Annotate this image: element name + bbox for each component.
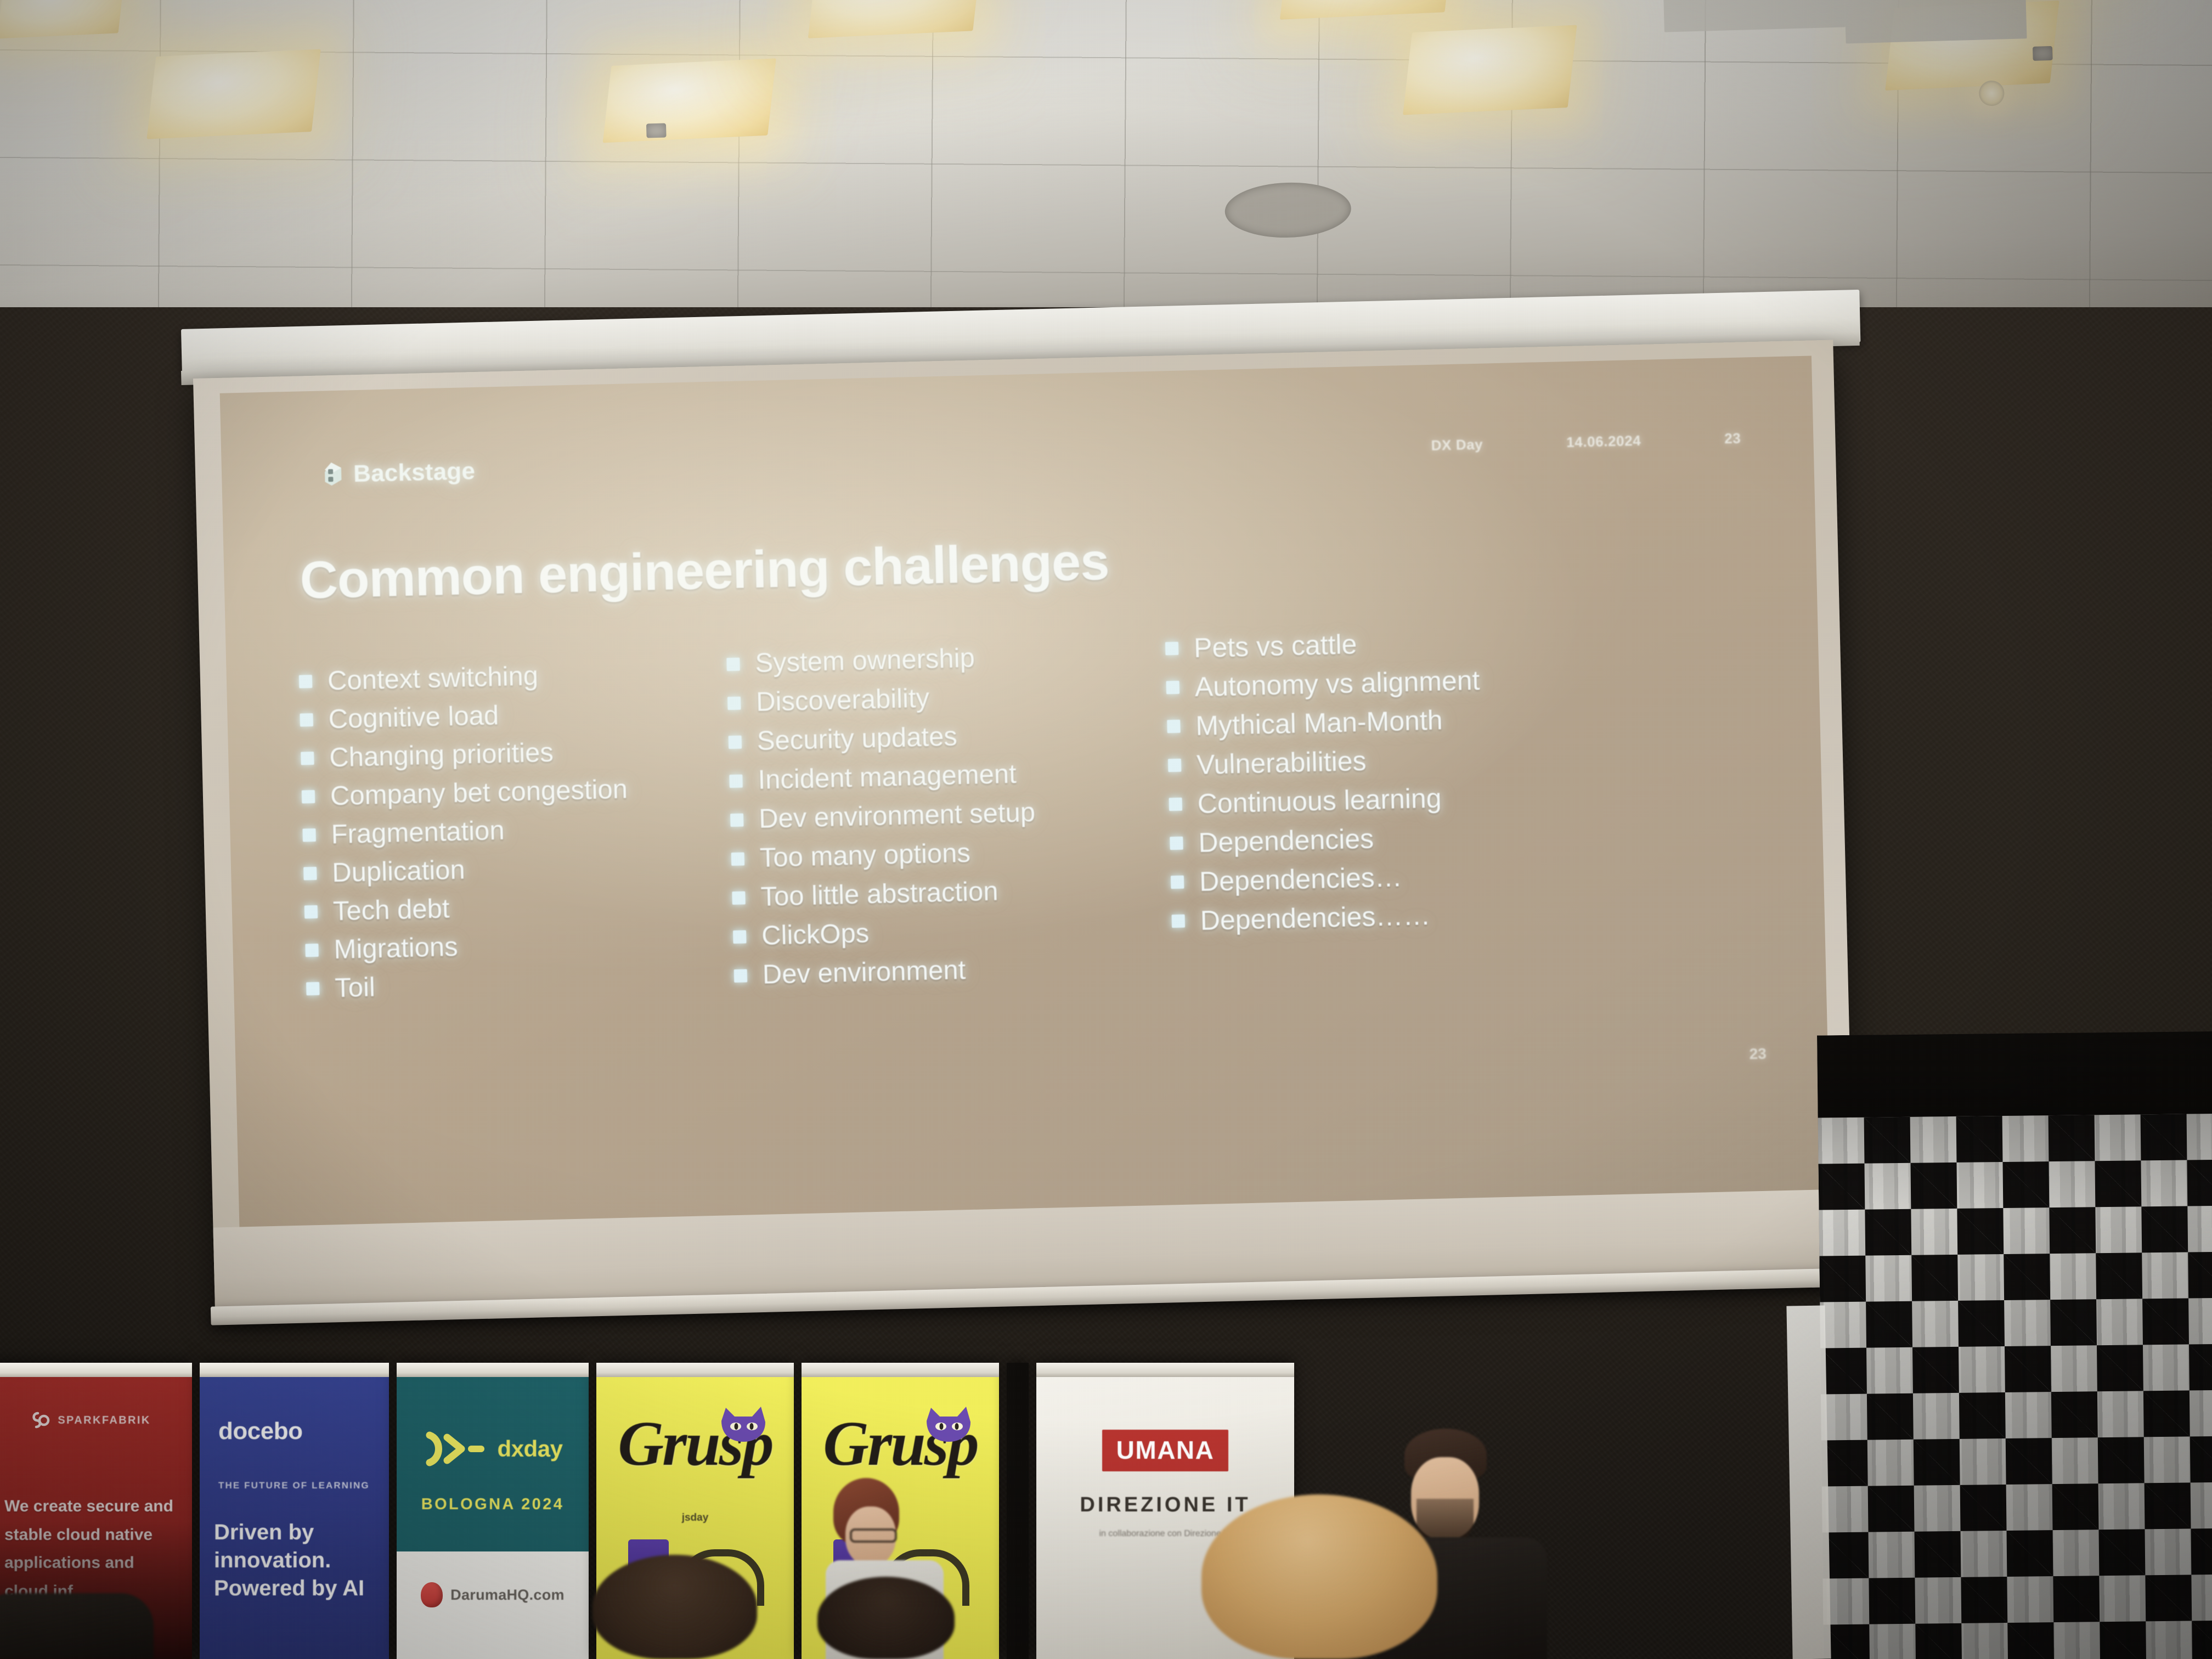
challenge-columns: Context switching Cognitive load Changin…: [298, 614, 1788, 1008]
grusp-sublabel: jsday: [681, 1512, 709, 1523]
copy-line: innovation.: [214, 1548, 331, 1573]
bullet-square-icon: [301, 789, 315, 804]
daruma-icon: [421, 1582, 443, 1607]
docebo-copy: Driven by innovation. Powered by AI: [214, 1519, 379, 1603]
bullet-square-icon: [733, 969, 748, 983]
banner-dxday: dxday BOLOGNA 2024 DarumaHQ.com: [397, 1363, 589, 1659]
sparkfabrik-wordmark: SPARKFABRIK: [58, 1414, 151, 1426]
dxday-logo: dxday: [397, 1431, 589, 1467]
banner-rail: [200, 1363, 389, 1377]
copy-line: Driven by: [214, 1520, 314, 1544]
person-glasses: [850, 1528, 897, 1543]
bullet-square-icon: [727, 696, 741, 710]
bullet-square-icon: [1169, 797, 1183, 811]
curtain-shading: [1817, 1031, 2212, 1659]
bullet-square-icon: [1167, 758, 1182, 772]
umana-rest: MANA: [1135, 1436, 1215, 1464]
challenge-column-2: System ownership Discoverability Securit…: [726, 629, 1173, 998]
audience-shoulder: [0, 1593, 154, 1659]
dxday-partner-panel: DarumaHQ.com: [397, 1551, 589, 1659]
copy-line: Powered by AI: [214, 1576, 365, 1601]
docebo-tagline: THE FUTURE OF LEARNING: [218, 1480, 370, 1491]
banner-content: dxday BOLOGNA 2024 DarumaHQ.com: [397, 1375, 589, 1659]
projection-screen: Backstage DX Day 14.06.2024 23 Common en…: [193, 340, 1860, 1325]
bullet-square-icon: [305, 943, 319, 957]
banner-docebo: docebo THE FUTURE OF LEARNING Driven by …: [200, 1363, 389, 1659]
purple-cat-icon: [927, 1407, 970, 1442]
bullet-square-icon: [731, 852, 745, 866]
banner-rail: [802, 1363, 999, 1377]
bullet-square-icon: [301, 752, 314, 765]
challenge-column-1: Context switching Cognitive load Changin…: [298, 639, 735, 1008]
backstage-cube-icon: [324, 462, 342, 486]
challenge-column-3: Pets vs cattle Autonomy vs alignment Myt…: [1165, 619, 1590, 988]
bullet-square-icon: [1170, 875, 1184, 889]
banner-rail: [0, 1363, 192, 1377]
bullet-square-icon: [298, 675, 313, 689]
audience-head: [592, 1555, 757, 1659]
bullet-square-icon: [303, 866, 317, 881]
meta-event: DX Day: [1431, 436, 1483, 454]
sparkfabrik-header: SPARKFABRIK: [0, 1410, 192, 1431]
daruma-partner: DarumaHQ.com: [397, 1582, 589, 1607]
backstage-logo-text: Backstage: [353, 457, 476, 488]
dxday-chevron-icon: [426, 1431, 484, 1466]
meta-date: 14.06.2024: [1566, 432, 1641, 451]
bullet-square-icon: [1171, 914, 1186, 928]
bullet-square-icon: [1170, 836, 1183, 850]
bullet-square-icon: [304, 905, 318, 919]
conference-room-photo: Backstage DX Day 14.06.2024 23 Common en…: [0, 0, 2212, 1659]
projected-slide: Backstage DX Day 14.06.2024 23 Common en…: [219, 356, 1831, 1228]
copy-line: We create secure and: [4, 1497, 173, 1515]
slide-title: Common engineering challenges: [299, 532, 1110, 610]
harlequin-curtain: [1817, 1031, 2212, 1659]
banner-rail: [397, 1363, 589, 1377]
bullet-square-icon: [732, 891, 746, 905]
dxday-city-year: BOLOGNA 2024: [421, 1496, 565, 1513]
audience-head: [817, 1577, 955, 1659]
umana-initial: U: [1116, 1436, 1136, 1464]
dxday-wordmark: dxday: [497, 1436, 563, 1462]
bullet-square-icon: [1166, 680, 1180, 694]
bullet-square-icon: [302, 828, 316, 842]
bullet-square-icon: [1165, 641, 1179, 655]
banner-content: docebo THE FUTURE OF LEARNING Driven by …: [200, 1375, 389, 1659]
banner-gap: [1007, 1363, 1029, 1659]
umana-logo-box: UMANA: [1036, 1430, 1294, 1471]
bullet-square-icon: [729, 774, 743, 788]
bullet-square-icon: [730, 813, 744, 827]
slide-meta: DX Day 14.06.2024 23: [1431, 430, 1741, 454]
bullet-square-icon: [732, 930, 747, 944]
umana-wordmark: UMANA: [1102, 1430, 1229, 1471]
slide-page-number: 23: [1749, 1045, 1767, 1063]
dxday-teal-panel: dxday BOLOGNA 2024: [397, 1387, 589, 1551]
bullet-square-icon: [306, 981, 320, 996]
purple-cat-icon: [721, 1407, 765, 1442]
audience-head: [1201, 1494, 1437, 1659]
bullet-square-icon: [300, 713, 313, 727]
bullet-square-icon: [728, 735, 742, 749]
banner-rail: [596, 1363, 794, 1377]
bullet-square-icon: [1167, 719, 1181, 733]
backstage-logo: Backstage: [320, 458, 476, 489]
bullet-square-icon: [726, 657, 740, 671]
daruma-label: DarumaHQ.com: [450, 1586, 565, 1603]
banner-rail: [1036, 1363, 1294, 1377]
meta-index: 23: [1724, 430, 1741, 447]
docebo-wordmark: docebo: [218, 1418, 303, 1444]
sparkfabrik-logo-icon: [32, 1412, 50, 1429]
